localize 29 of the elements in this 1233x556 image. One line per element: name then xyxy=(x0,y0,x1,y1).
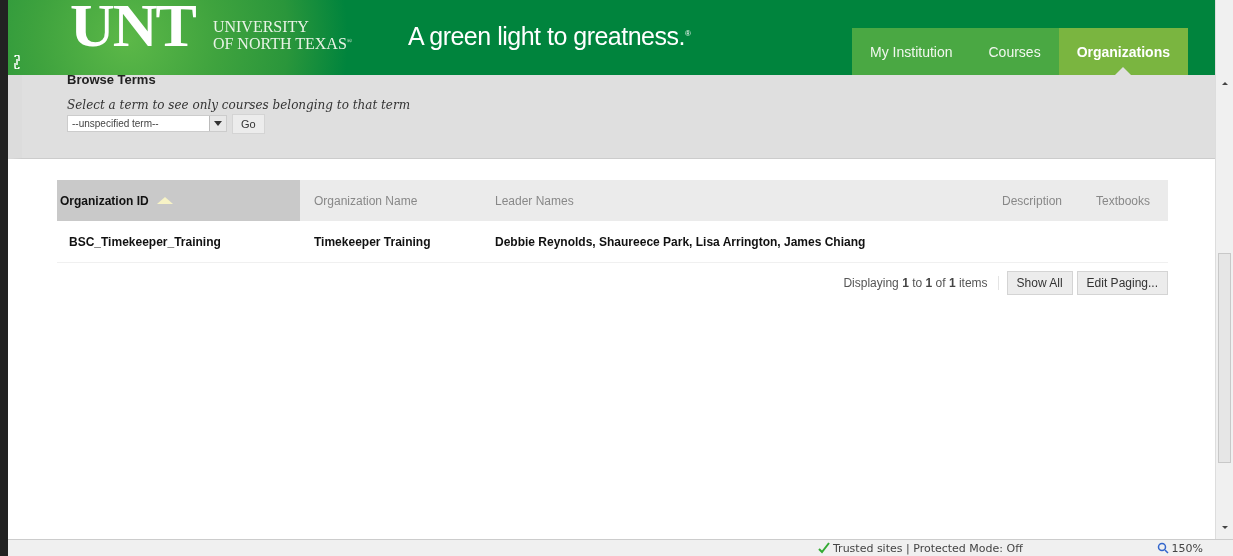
nav-tab[interactable]: My Institution xyxy=(852,28,971,75)
scrollbar[interactable] xyxy=(1215,0,1233,539)
logo-text: UNT xyxy=(70,0,195,56)
go-button[interactable]: Go xyxy=(232,114,265,134)
nav-tab[interactable]: Organizations xyxy=(1058,28,1188,75)
column-header[interactable]: Description xyxy=(974,180,1074,221)
checkmark-icon xyxy=(818,542,830,554)
term-dropdown[interactable]: --unspecified term-- xyxy=(67,115,227,132)
organization-id: BSC_Timekeeper_Training xyxy=(69,234,221,249)
nav-tab[interactable]: Courses xyxy=(970,28,1059,75)
magnifier-icon xyxy=(1156,542,1169,554)
table-cell: Timekeeper Training xyxy=(314,234,431,249)
column-header[interactable]: Organization ID xyxy=(57,180,300,221)
column-header[interactable]: Leader Names xyxy=(481,180,974,221)
scroll-up-icon[interactable] xyxy=(1221,82,1228,85)
column-header[interactable]: Textbooks xyxy=(1074,180,1168,221)
column-header[interactable]: Organization Name xyxy=(300,180,481,221)
paging-button[interactable]: Edit Paging... xyxy=(1076,271,1168,295)
university-name: UNIVERSITY OF NORTH TEXAS$^{®}$ xyxy=(212,20,353,52)
scroll-down-icon[interactable] xyxy=(1221,526,1228,529)
section-title: Browse Terms xyxy=(67,73,157,87)
scroll-thumb[interactable] xyxy=(1218,253,1231,463)
paging-button[interactable]: Show All xyxy=(1006,271,1073,295)
tagline: A green light to greatness.$^{®}$ xyxy=(408,22,691,51)
security-text: Trusted sites | Protected Mode: Off xyxy=(833,541,1023,555)
zoom-control[interactable]: 150% xyxy=(1156,541,1203,555)
paging-summary: Displaying 1 to 1 of 1 items xyxy=(843,276,999,290)
instruction-text: Select a term to see only courses belonging to that term xyxy=(67,98,412,112)
table-cell: Debbie Reynolds, Shaureece Park, Lisa Arrington, James Chiang xyxy=(495,234,866,249)
